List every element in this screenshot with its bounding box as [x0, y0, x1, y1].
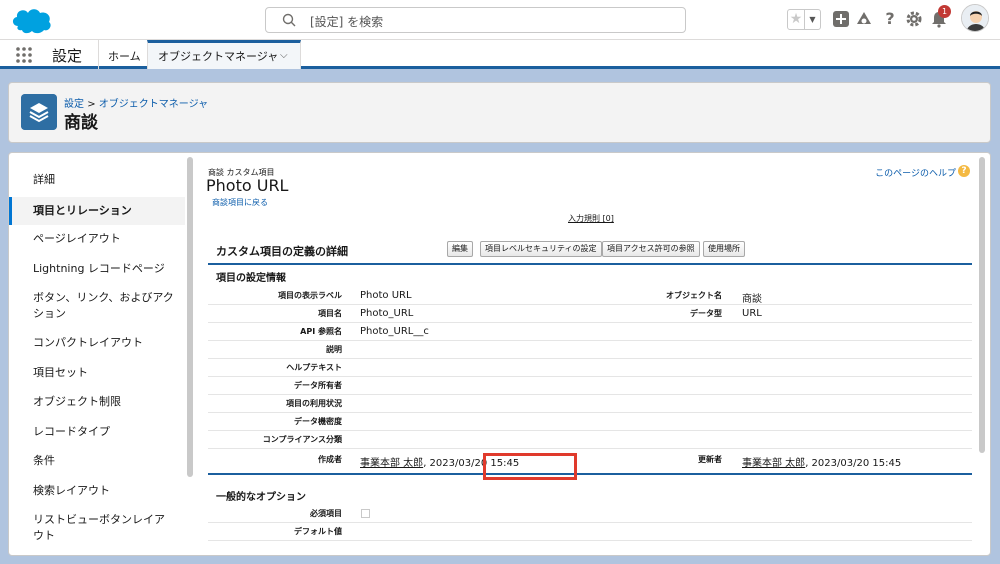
field-name-label: 項目名 [318, 309, 342, 318]
salesforce-logo-icon[interactable] [10, 4, 54, 36]
help-text-label: ヘルプテキスト [286, 363, 342, 372]
user-avatar-icon [962, 5, 988, 31]
sidebar-item-page-layouts[interactable]: ページレイアウト [9, 231, 185, 247]
field-access-button[interactable]: 項目アクセス許可の参照 [602, 241, 700, 257]
data-sensitivity-label: データ機密度 [294, 417, 342, 426]
field-usage-label: 項目の利用状況 [286, 399, 342, 408]
sidebar-item-search-layouts[interactable]: 検索レイアウト [9, 483, 185, 499]
created-by-label: 作成者 [318, 455, 342, 464]
tab-object-manager[interactable]: オブジェクトマネージャ ⌵ [147, 40, 301, 69]
table-row: 作成者 事業本部 太郎, 2023/03/20 15:45 更新者 事業本部 太… [208, 451, 972, 475]
required-checkbox [361, 509, 370, 518]
sidebar-item-list-view-button-layout-line2[interactable]: ウト [9, 528, 185, 544]
global-search-input[interactable]: [設定] を検索 [265, 7, 686, 33]
sidebar-item-record-types[interactable]: レコードタイプ [9, 424, 185, 440]
edit-button[interactable]: 編集 [447, 241, 473, 257]
sidebar-item-buttons-links-actions[interactable]: ボタン、リンク、およびアク [9, 290, 185, 306]
table-row: コンプライアンス分類 [208, 431, 972, 449]
object-name-value: 商談 [742, 294, 762, 305]
data-type-highlight-box [483, 453, 577, 480]
page-help-link[interactable]: このページのヘルプ [875, 166, 956, 179]
created-by-user-link[interactable]: 事業本部 太郎 [360, 458, 423, 469]
tab-home[interactable]: ホーム [108, 48, 141, 64]
required-label: 必須項目 [310, 509, 342, 518]
avatar[interactable] [961, 4, 989, 32]
table-row: データ機密度 [208, 413, 972, 431]
breadcrumb-object-manager[interactable]: オブジェクトマネージャ [99, 99, 208, 110]
back-to-fields-link[interactable]: 商談項目に戻る [212, 197, 268, 208]
app-launcher-icon[interactable] [15, 46, 33, 64]
sidebar-item-field-sets[interactable]: 項目セット [9, 365, 185, 381]
field-label-value: Photo URL [360, 290, 412, 301]
notification-badge: 1 [938, 5, 951, 18]
table-row: 項目の表示ラベル Photo URL オブジェクト名 商談 [208, 287, 972, 305]
sidebar-item-lightning-record-pages[interactable]: Lightning レコードページ [9, 261, 185, 277]
global-actions-add-icon[interactable] [832, 10, 850, 28]
sidebar-item-list-view-button-layout[interactable]: リストビューボタンレイア [9, 512, 185, 528]
modified-by-value: 事業本部 太郎, 2023/03/20 15:45 [742, 454, 901, 469]
help-icon[interactable]: ? [881, 10, 899, 28]
field-name-value: Photo_URL [360, 308, 414, 319]
page-title: 商談 [64, 113, 98, 133]
default-value-label: デフォルト値 [294, 527, 342, 536]
search-icon [282, 13, 296, 27]
sidebar-item-details[interactable]: 詳細 [9, 172, 185, 188]
general-options-title: 一般的なオプション [216, 492, 306, 503]
api-name-label: API 参照名 [300, 327, 342, 336]
field-detail-content: 商談 カスタム項目 Photo URL 商談項目に戻る このページのヘルプ ? … [202, 153, 978, 555]
validation-rules-link[interactable]: 入力規則 [0] [568, 213, 614, 224]
table-row: 説明 [208, 341, 972, 359]
where-used-button[interactable]: 使用場所 [703, 241, 745, 257]
description-label: 説明 [326, 345, 342, 354]
api-name-value: Photo_URL__c [360, 326, 429, 337]
sidebar-scrollbar[interactable] [187, 157, 193, 477]
table-row: 項目の利用状況 [208, 395, 972, 413]
nav-divider [98, 40, 99, 69]
modified-date: , 2023/03/20 15:45 [805, 458, 902, 469]
data-type-label: データ型 [690, 309, 722, 318]
layers-icon [21, 94, 57, 130]
field-title: Photo URL [206, 176, 289, 195]
modified-by-label: 更新者 [698, 455, 722, 464]
content-scrollbar[interactable] [979, 157, 985, 453]
section-header: カスタム項目の定義の詳細 編集 項目レベルセキュリティの設定 項目アクセス許可の… [208, 235, 972, 265]
table-row: API 参照名 Photo_URL__c [208, 323, 972, 341]
table-row: 必須項目 [208, 505, 972, 523]
gear-icon[interactable] [905, 10, 923, 28]
sidebar-item-buttons-links-actions-line2[interactable]: ション [9, 306, 185, 322]
sidebar: 詳細 項目とリレーション ページレイアウト Lightning レコードページ … [9, 153, 193, 555]
sidebar-item-compact-layouts[interactable]: コンパクトレイアウト [9, 335, 185, 351]
table-row: デフォルト値 [208, 523, 972, 541]
page-header: 設定 > オブジェクトマネージャ 商談 [8, 82, 991, 143]
chevron-down-icon[interactable]: ▼ [805, 10, 820, 29]
field-info-title: 項目の設定情報 [216, 273, 286, 284]
field-label-label: 項目の表示ラベル [278, 291, 342, 300]
object-name-label: オブジェクト名 [666, 291, 722, 300]
modified-by-user-link[interactable]: 事業本部 太郎 [742, 458, 805, 469]
help-icon[interactable]: ? [958, 165, 970, 177]
star-icon[interactable]: ★ [788, 10, 805, 29]
compliance-label: コンプライアンス分類 [262, 435, 342, 444]
sidebar-item-conditions[interactable]: 条件 [9, 453, 185, 469]
tab-object-manager-label: オブジェクトマネージャ [158, 50, 279, 63]
chevron-down-icon[interactable]: ⌵ [280, 50, 288, 61]
sidebar-item-object-limits[interactable]: オブジェクト制限 [9, 394, 185, 410]
favorites-button[interactable]: ★ ▼ [787, 9, 821, 30]
trailhead-icon[interactable] [855, 10, 873, 28]
sidebar-item-fields-relationships[interactable]: 項目とリレーション [9, 197, 185, 225]
app-name: 設定 [52, 47, 83, 65]
field-security-button[interactable]: 項目レベルセキュリティの設定 [480, 241, 602, 257]
search-placeholder: [設定] を検索 [310, 15, 384, 29]
data-owner-label: データ所有者 [294, 381, 342, 390]
table-row: データ所有者 [208, 377, 972, 395]
table-row: 項目名 Photo_URL データ型 URL [208, 305, 972, 323]
main-panel: 詳細 項目とリレーション ページレイアウト Lightning レコードページ … [8, 152, 991, 556]
section-title: カスタム項目の定義の詳細 [216, 245, 348, 258]
data-type-value: URL [742, 308, 762, 319]
app-nav-bar: 設定 ホーム オブジェクトマネージャ ⌵ [0, 40, 1000, 69]
table-row: ヘルプテキスト [208, 359, 972, 377]
global-header: [設定] を検索 ★ ▼ ? 1 [0, 0, 1000, 40]
